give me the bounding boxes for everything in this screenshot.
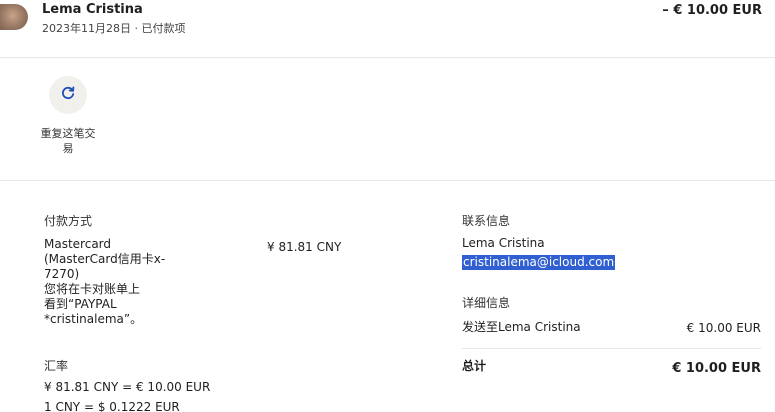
details-divider <box>462 348 761 349</box>
exchange-rate-unit: 1 CNY = $ 0.1222 EUR <box>44 400 180 412</box>
payment-method-description: Mastercard (MasterCard信用卡x- 7270) 您将在卡对账单… <box>44 237 194 327</box>
contact-info-title: 联系信息 <box>462 214 511 228</box>
repeat-transaction-action[interactable]: 重复这笔交易 <box>30 76 106 156</box>
section-divider <box>0 180 775 181</box>
transaction-date-status: 2023年11月28日 · 已付款项 <box>42 22 186 35</box>
sent-to-label: 发送至Lema Cristina <box>462 320 581 334</box>
details-title: 详细信息 <box>462 296 511 310</box>
transaction-header: Lema Cristina 2023年11月28日 · 已付款项 – € 10.… <box>0 0 775 58</box>
payment-method-statement-note: 您将在卡对账单上 看到“PAYPAL *cristinalema”。 <box>44 282 143 326</box>
contact-email-link[interactable]: cristinalema@icloud.com <box>462 255 616 270</box>
payment-method-card-detail: (MasterCard信用卡x- 7270) <box>44 252 166 281</box>
sent-to-amount: € 10.00 EUR <box>686 321 761 335</box>
total-amount: € 10.00 EUR <box>672 361 761 376</box>
payment-method-title: 付款方式 <box>44 214 93 228</box>
refresh-icon <box>60 85 76 105</box>
contact-name: Lema Cristina <box>462 236 545 250</box>
transaction-amount: – € 10.00 EUR <box>662 3 762 18</box>
repeat-transaction-button[interactable] <box>49 76 87 114</box>
repeat-transaction-label[interactable]: 重复这笔交易 <box>38 126 98 156</box>
payment-method-card: Mastercard <box>44 237 112 251</box>
avatar <box>0 4 28 30</box>
total-label: 总计 <box>462 359 487 373</box>
exchange-rate-conversion: ¥ 81.81 CNY = € 10.00 EUR <box>44 380 211 394</box>
exchange-rate-title: 汇率 <box>44 359 69 373</box>
payment-method-amount: ¥ 81.81 CNY <box>267 240 342 254</box>
payee-name: Lema Cristina <box>42 2 143 17</box>
